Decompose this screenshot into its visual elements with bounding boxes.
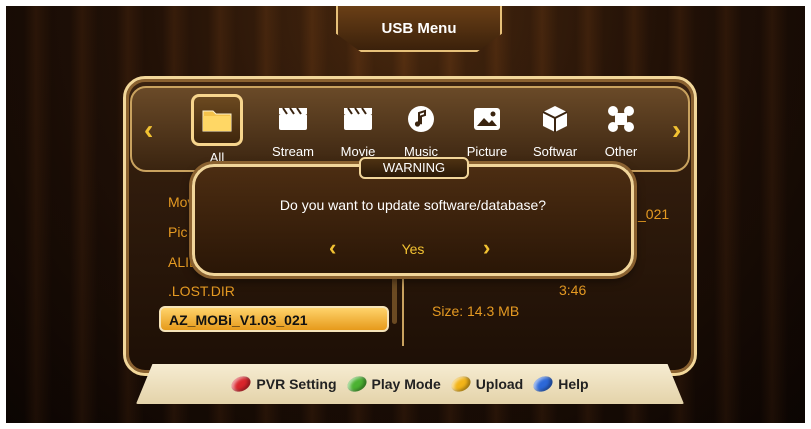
help-label: PVR Setting — [256, 376, 337, 392]
dialog-option-yes[interactable]: Yes — [195, 241, 631, 257]
help-label: Upload — [475, 376, 524, 392]
warning-dialog: WARNING Do you want to update software/d… — [192, 157, 634, 276]
category-other[interactable]: Other — [590, 96, 652, 172]
category-left-arrow-icon[interactable]: ‹ — [144, 114, 153, 146]
help-label: Help — [558, 376, 589, 392]
pvr-setting-button[interactable]: PVR Setting — [229, 373, 337, 395]
file-size: Size: 14.3 MB — [432, 303, 520, 319]
list-item-selected[interactable]: AZ_MOBi_V1.03_021 — [159, 306, 389, 332]
cube-icon — [536, 100, 574, 138]
list-item[interactable]: .LOST.DIR — [168, 283, 235, 299]
yellow-button-icon — [448, 373, 473, 395]
upload-button[interactable]: Upload — [448, 373, 524, 395]
category-all[interactable]: All — [186, 94, 248, 172]
category-right-arrow-icon[interactable]: › — [672, 114, 681, 146]
green-button-icon — [344, 373, 369, 395]
clapperboard-icon — [274, 100, 312, 138]
cross-icon — [602, 100, 640, 138]
category-label: Softwar — [532, 144, 578, 159]
dialog-message: Do you want to update software/database? — [279, 197, 547, 213]
category-label: All — [209, 150, 225, 165]
dialog-title: WARNING — [359, 157, 469, 179]
red-button-icon — [229, 373, 254, 395]
file-name-fragment: _021 — [638, 206, 670, 222]
category-stream[interactable]: Stream — [262, 96, 324, 172]
help-label: Play Mode — [371, 376, 441, 392]
category-software[interactable]: Softwar — [524, 96, 586, 172]
category-label: Stream — [272, 144, 314, 159]
list-item[interactable]: Pic — [168, 224, 187, 240]
music-note-icon — [402, 100, 440, 138]
option-right-arrow-icon[interactable]: › — [483, 235, 490, 261]
blue-button-icon — [531, 373, 556, 395]
play-mode-button[interactable]: Play Mode — [344, 373, 441, 395]
folder-icon — [191, 94, 243, 146]
list-item[interactable]: Mov — [168, 194, 194, 210]
category-label: Picture — [466, 144, 508, 159]
tv-screen: USB Menu ‹ All Stream Movie Music Pictur… — [6, 6, 805, 423]
menu-title: USB Menu — [381, 19, 457, 37]
category-label: Other — [604, 144, 638, 159]
image-icon — [468, 100, 506, 138]
clapperboard-icon — [339, 100, 377, 138]
help-bar: PVR Setting Play Mode Upload Help — [136, 364, 684, 404]
modified-time: 3:46 — [559, 282, 587, 298]
menu-title-banner: USB Menu — [336, 6, 502, 52]
help-button[interactable]: Help — [531, 373, 589, 395]
